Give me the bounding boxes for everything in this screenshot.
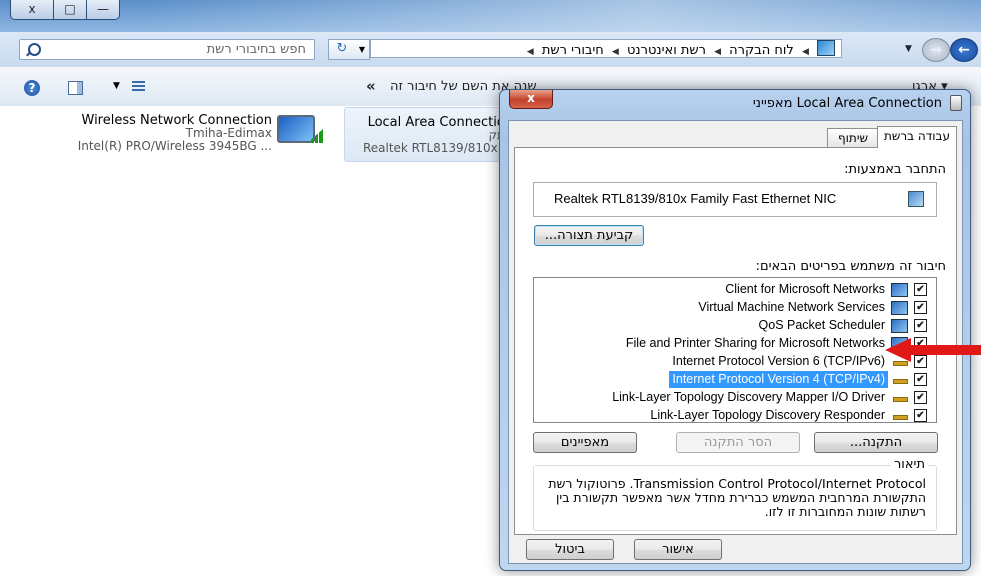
list-item-label: File and Printer Sharing for Microsoft N… <box>625 336 885 350</box>
item-checkbox[interactable]: ✔ <box>914 283 927 296</box>
chevron-left-icon: ◀ <box>714 47 722 57</box>
list-item-label: Link-Layer Topology Discovery Mapper I/O… <box>612 390 885 404</box>
dialog-title: Local Area Connection מאפייני <box>752 96 942 111</box>
description-text: Transmission Control Protocol/Internet P… <box>548 476 926 519</box>
protocol-icon <box>893 415 908 420</box>
breadcrumb[interactable]: ◀ לוח הבקרה ◀ רשת ואינטרנט ◀ חיבורי רשת … <box>370 39 842 58</box>
arrow-shaft <box>909 345 981 355</box>
chevron-left-icon: ◀ <box>526 47 534 57</box>
list-item-selected[interactable]: Internet Protocol Version 4 (TCP/IPv4) ✔ <box>534 371 934 388</box>
items-label: חיבור זה משתמש בפריטים הבאים: <box>755 259 946 274</box>
connection-device: Intel(R) PRO/Wireless 3945BG ... <box>77 139 272 153</box>
address-bar-area: חפש בחיבורי רשת ↻ ▼ ◀ לוח הבקרה ◀ רשת וא… <box>0 32 981 66</box>
network-client-icon <box>891 283 908 297</box>
monitor-icon <box>277 115 315 143</box>
list-item[interactable]: QoS Packet Scheduler ✔ <box>534 317 934 334</box>
chevron-left-icon: ◀ <box>801 47 809 57</box>
item-checkbox[interactable]: ✔ <box>914 391 927 404</box>
list-item[interactable]: File and Printer Sharing for Microsoft N… <box>534 335 934 352</box>
connect-using-label: התחבר באמצעות: <box>844 162 946 177</box>
list-item[interactable]: Internet Protocol Version 6 (TCP/IPv6) ✔ <box>534 353 934 370</box>
list-item[interactable]: Client for Microsoft Networks ✔ <box>534 281 934 298</box>
list-item-label: QoS Packet Scheduler <box>758 318 885 332</box>
search-input[interactable]: חפש בחיבורי רשת <box>19 39 315 60</box>
list-item-label: Internet Protocol Version 4 (TCP/IPv4) <box>669 371 888 388</box>
view-dropdown-icon[interactable]: ▼ <box>113 81 120 91</box>
search-placeholder: חפש בחיבורי רשת <box>206 42 306 57</box>
item-checkbox[interactable]: ✔ <box>914 373 927 386</box>
protocol-icon <box>893 397 908 402</box>
dialog-close-button[interactable]: x <box>509 90 553 109</box>
red-arrow-annotation-icon <box>885 338 981 362</box>
preview-pane-icon[interactable] <box>68 81 83 95</box>
ok-button[interactable]: אישור <box>634 539 722 560</box>
change-view-icon[interactable] <box>132 81 145 93</box>
back-button[interactable]: ← <box>950 38 978 62</box>
breadcrumb-network-connections[interactable]: חיבורי רשת <box>542 43 604 58</box>
search-icon[interactable] <box>28 43 41 56</box>
recent-pages-dropdown[interactable]: ▼ <box>905 44 912 54</box>
adapter-name: Realtek RTL8139/810x Family Fast Etherne… <box>554 191 837 206</box>
components-list[interactable]: Client for Microsoft Networks ✔ Virtual … <box>533 277 937 423</box>
protocol-icon <box>893 379 908 384</box>
network-adapter-icon <box>950 95 962 111</box>
network-service-icon <box>891 319 908 333</box>
configure-button[interactable]: קביעת תצורה... <box>534 225 644 246</box>
list-item-label: Link-Layer Topology Discovery Responder <box>650 408 885 422</box>
connection-item-lan[interactable]: Local Area Connection נותק Realtek RTL81… <box>344 107 514 162</box>
tab-networking[interactable]: עבודה ברשת <box>877 126 957 148</box>
control-panel-icon <box>817 40 835 56</box>
connection-name: Local Area Connection <box>367 115 513 130</box>
explorer-titlebar: x □ — <box>0 0 981 32</box>
window-close-button[interactable]: x <box>10 0 54 20</box>
connection-device: Realtek RTL8139/810x ... <box>362 141 513 155</box>
list-item-label: Client for Microsoft Networks <box>725 282 885 296</box>
wireless-connection-icon[interactable] <box>277 115 323 149</box>
network-card-icon <box>908 191 924 207</box>
properties-button[interactable]: מאפיינים <box>533 432 637 453</box>
list-item[interactable]: Virtual Machine Network Services ✔ <box>534 299 934 316</box>
forward-button[interactable]: → <box>922 38 950 62</box>
list-item-label: Virtual Machine Network Services <box>698 300 885 314</box>
chevron-left-icon: ◀ <box>611 47 619 57</box>
connection-item-wireless[interactable]: Wireless Network Connection Tmiha-Edimax… <box>30 114 272 153</box>
more-commands-chevron[interactable]: « <box>366 77 376 95</box>
network-service-icon <box>891 301 908 315</box>
breadcrumb-control-panel[interactable]: לוח הבקרה <box>729 43 794 58</box>
arrow-head <box>885 338 911 362</box>
breadcrumb-network-internet[interactable]: רשת ואינטרנט <box>627 43 706 58</box>
help-icon[interactable]: ? <box>24 80 40 96</box>
list-item[interactable]: Link-Layer Topology Discovery Responder … <box>534 407 934 422</box>
item-checkbox[interactable]: ✔ <box>914 319 927 332</box>
window-minimize-button[interactable]: — <box>86 0 120 20</box>
item-checkbox[interactable]: ✔ <box>914 409 927 422</box>
cancel-button[interactable]: ביטול <box>526 539 614 560</box>
uninstall-button: הסר התקנה <box>676 432 800 453</box>
item-checkbox[interactable]: ✔ <box>914 301 927 314</box>
tab-sharing[interactable]: שיתוף <box>827 128 879 148</box>
adapter-field: Realtek RTL8139/810x Family Fast Etherne… <box>533 182 937 217</box>
description-group: תיאור Transmission Control Protocol/Inte… <box>533 457 937 531</box>
description-title: תיאור <box>890 457 928 472</box>
list-item[interactable]: Link-Layer Topology Discovery Mapper I/O… <box>534 389 934 406</box>
refresh-button[interactable]: ↻ <box>328 39 356 60</box>
install-button[interactable]: התקנה... <box>814 432 938 453</box>
window-maximize-button[interactable]: □ <box>53 0 87 20</box>
lan-properties-dialog: x Local Area Connection מאפייני עבודה בר… <box>499 89 971 571</box>
address-dropdown-button[interactable]: ▼ <box>355 39 370 60</box>
list-item-label: Internet Protocol Version 6 (TCP/IPv6) <box>672 354 885 368</box>
